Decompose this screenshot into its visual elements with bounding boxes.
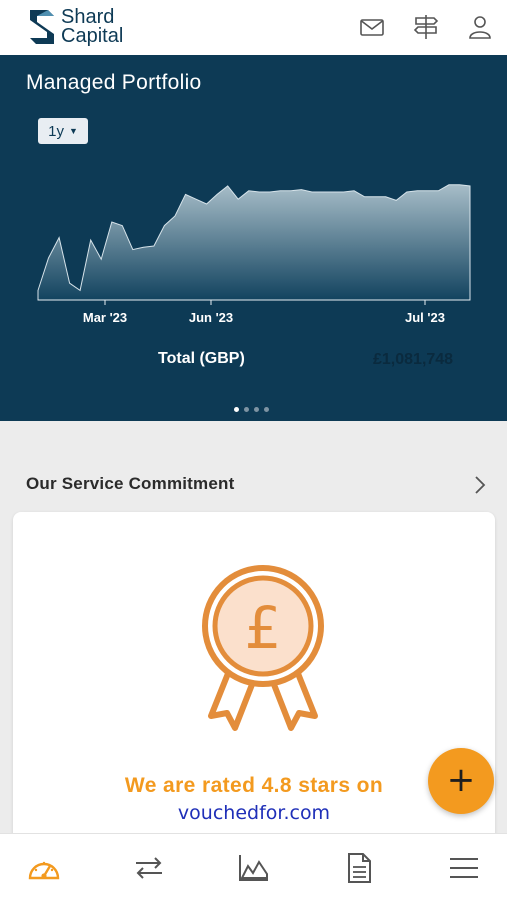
vouchedfor-link[interactable]: vouchedfor.com [13,802,495,824]
menu-icon[interactable] [447,852,481,884]
page-indicator[interactable] [234,407,269,412]
page-dot[interactable] [254,407,259,412]
document-icon[interactable] [342,852,376,884]
portfolio-title: Managed Portfolio [26,71,202,94]
brand-line-2: Capital [61,25,124,47]
page-dot[interactable] [244,407,249,412]
period-selector[interactable]: 1y ▼ [38,118,88,144]
service-card[interactable]: £ We are rated 4.8 stars on vouchedfor.c… [13,512,495,852]
portfolio-chart[interactable]: Mar '23 Jun '23 Jul '23 [0,155,507,335]
caret-down-icon: ▼ [68,126,78,136]
transfer-icon[interactable] [132,852,166,884]
signpost-icon[interactable] [413,14,439,40]
total-label: Total (GBP) [158,350,245,367]
page-dot[interactable] [264,407,269,412]
shard-capital-logo[interactable]: Shard Capital [28,6,123,48]
pound-symbol: £ [245,594,282,662]
service-commitment-title[interactable]: Our Service Commitment [26,474,234,494]
plus-icon: + [446,760,476,800]
x-tick-label: Jul '23 [405,310,445,325]
shard-logo-icon [30,10,54,44]
top-header: Shard Capital [0,0,507,55]
award-badge-icon: £ [202,565,324,731]
portfolio-panel[interactable]: Managed Portfolio 1y ▼ Mar '23 Jun '23 Jul… [0,55,507,421]
rating-text: We are rated 4.8 stars on [124,774,384,797]
add-button[interactable]: + [428,748,494,814]
period-value: 1y [48,122,64,140]
chart-icon[interactable] [237,852,271,884]
x-tick-label: Jun '23 [189,310,233,325]
mail-icon[interactable] [359,14,385,40]
brand-name: Shard Capital [61,7,124,47]
user-icon[interactable] [467,14,493,40]
chart-area [37,184,471,301]
chevron-right-icon[interactable] [473,475,487,495]
dashboard-icon[interactable] [27,852,61,884]
x-tick-label: Mar '23 [83,310,127,325]
page-dot[interactable] [234,407,239,412]
total-value: £1,081,748 [373,351,454,368]
bottom-nav [0,833,507,900]
x-axis-ticks: Mar '23 Jun '23 Jul '23 [83,300,445,325]
